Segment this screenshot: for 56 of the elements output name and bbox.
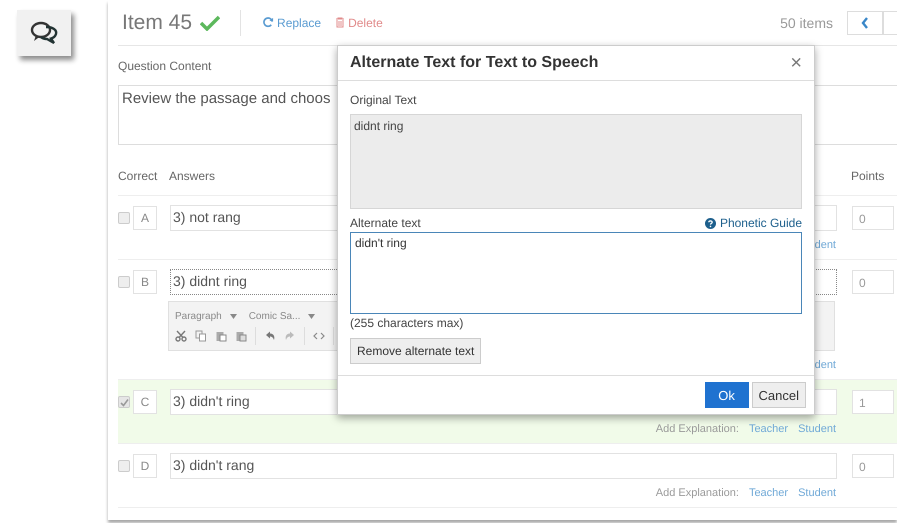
character-limit-hint: (255 characters max) [350, 316, 464, 330]
alternate-text-field[interactable]: didn't ring [350, 232, 802, 314]
answer-letter: B [133, 270, 157, 294]
explanation-link[interactable]: Teacher [748, 487, 788, 501]
redo-icon[interactable] [284, 330, 296, 342]
points-field[interactable]: 0 [852, 270, 894, 294]
answer-letter: C [133, 390, 157, 414]
format-dropdown[interactable]: Paragraph [175, 310, 237, 322]
font-dropdown[interactable]: Comic Sa... [248, 310, 316, 322]
paste-icon[interactable] [215, 330, 227, 342]
explanation-label: Add Explanation: [656, 487, 739, 501]
chevron-left-icon [861, 16, 869, 28]
correct-checkbox[interactable] [118, 460, 130, 472]
code-icon[interactable] [313, 330, 325, 342]
correct-checkbox[interactable] [118, 396, 130, 408]
close-button[interactable]: × [788, 53, 804, 73]
correct-checkbox[interactable] [118, 276, 130, 288]
refresh-icon [263, 17, 274, 28]
explanation-link[interactable]: Student [798, 487, 836, 501]
remove-alternate-text-button[interactable]: Remove alternate text [350, 338, 482, 364]
ok-button[interactable]: Ok [704, 382, 749, 408]
explanation-label: Add Explanation: [656, 423, 739, 437]
explanation-link[interactable]: Student [798, 423, 836, 437]
correct-checkbox[interactable] [118, 212, 130, 224]
column-header: Points [851, 169, 884, 183]
caret-icon [308, 314, 316, 318]
item-count: 50 items [780, 14, 833, 30]
previous-button[interactable] [847, 10, 883, 34]
phonetic-guide-link[interactable]: Phonetic Guide [704, 216, 802, 230]
answer-field[interactable]: 3) didn't rang [170, 453, 837, 479]
paste-icon[interactable] [235, 330, 247, 342]
field-label: Original Text [350, 93, 418, 107]
delete-link[interactable]: Delete [331, 16, 387, 30]
answer-letter: D [133, 454, 157, 478]
caret-icon [230, 314, 237, 318]
replace-link[interactable]: Replace [259, 16, 326, 30]
field-label: Alternate text [350, 216, 421, 230]
cancel-button[interactable]: Cancel [752, 382, 806, 408]
points-field[interactable]: 1 [852, 390, 894, 414]
help-icon [704, 218, 716, 228]
trash-icon [335, 17, 346, 28]
chat-bubbles-icon[interactable] [17, 10, 71, 56]
explanation-link[interactable]: dent [814, 239, 836, 253]
undo-icon[interactable] [264, 330, 276, 342]
column-header: Correct [118, 169, 158, 183]
answer-letter: A [133, 206, 157, 230]
explanation-link[interactable]: dent [814, 359, 836, 373]
column-header: Answers [169, 169, 216, 183]
item-title: Item 45 [122, 10, 192, 34]
section-label: Question Content [118, 59, 212, 73]
points-field[interactable]: 0 [852, 454, 894, 478]
dialog-title: Alternate Text for Text to Speech [350, 54, 598, 72]
points-field[interactable]: 0 [852, 206, 894, 230]
cut-icon[interactable] [175, 330, 187, 342]
copy-icon[interactable] [195, 330, 207, 342]
explanation-link[interactable]: Teacher [748, 423, 788, 437]
